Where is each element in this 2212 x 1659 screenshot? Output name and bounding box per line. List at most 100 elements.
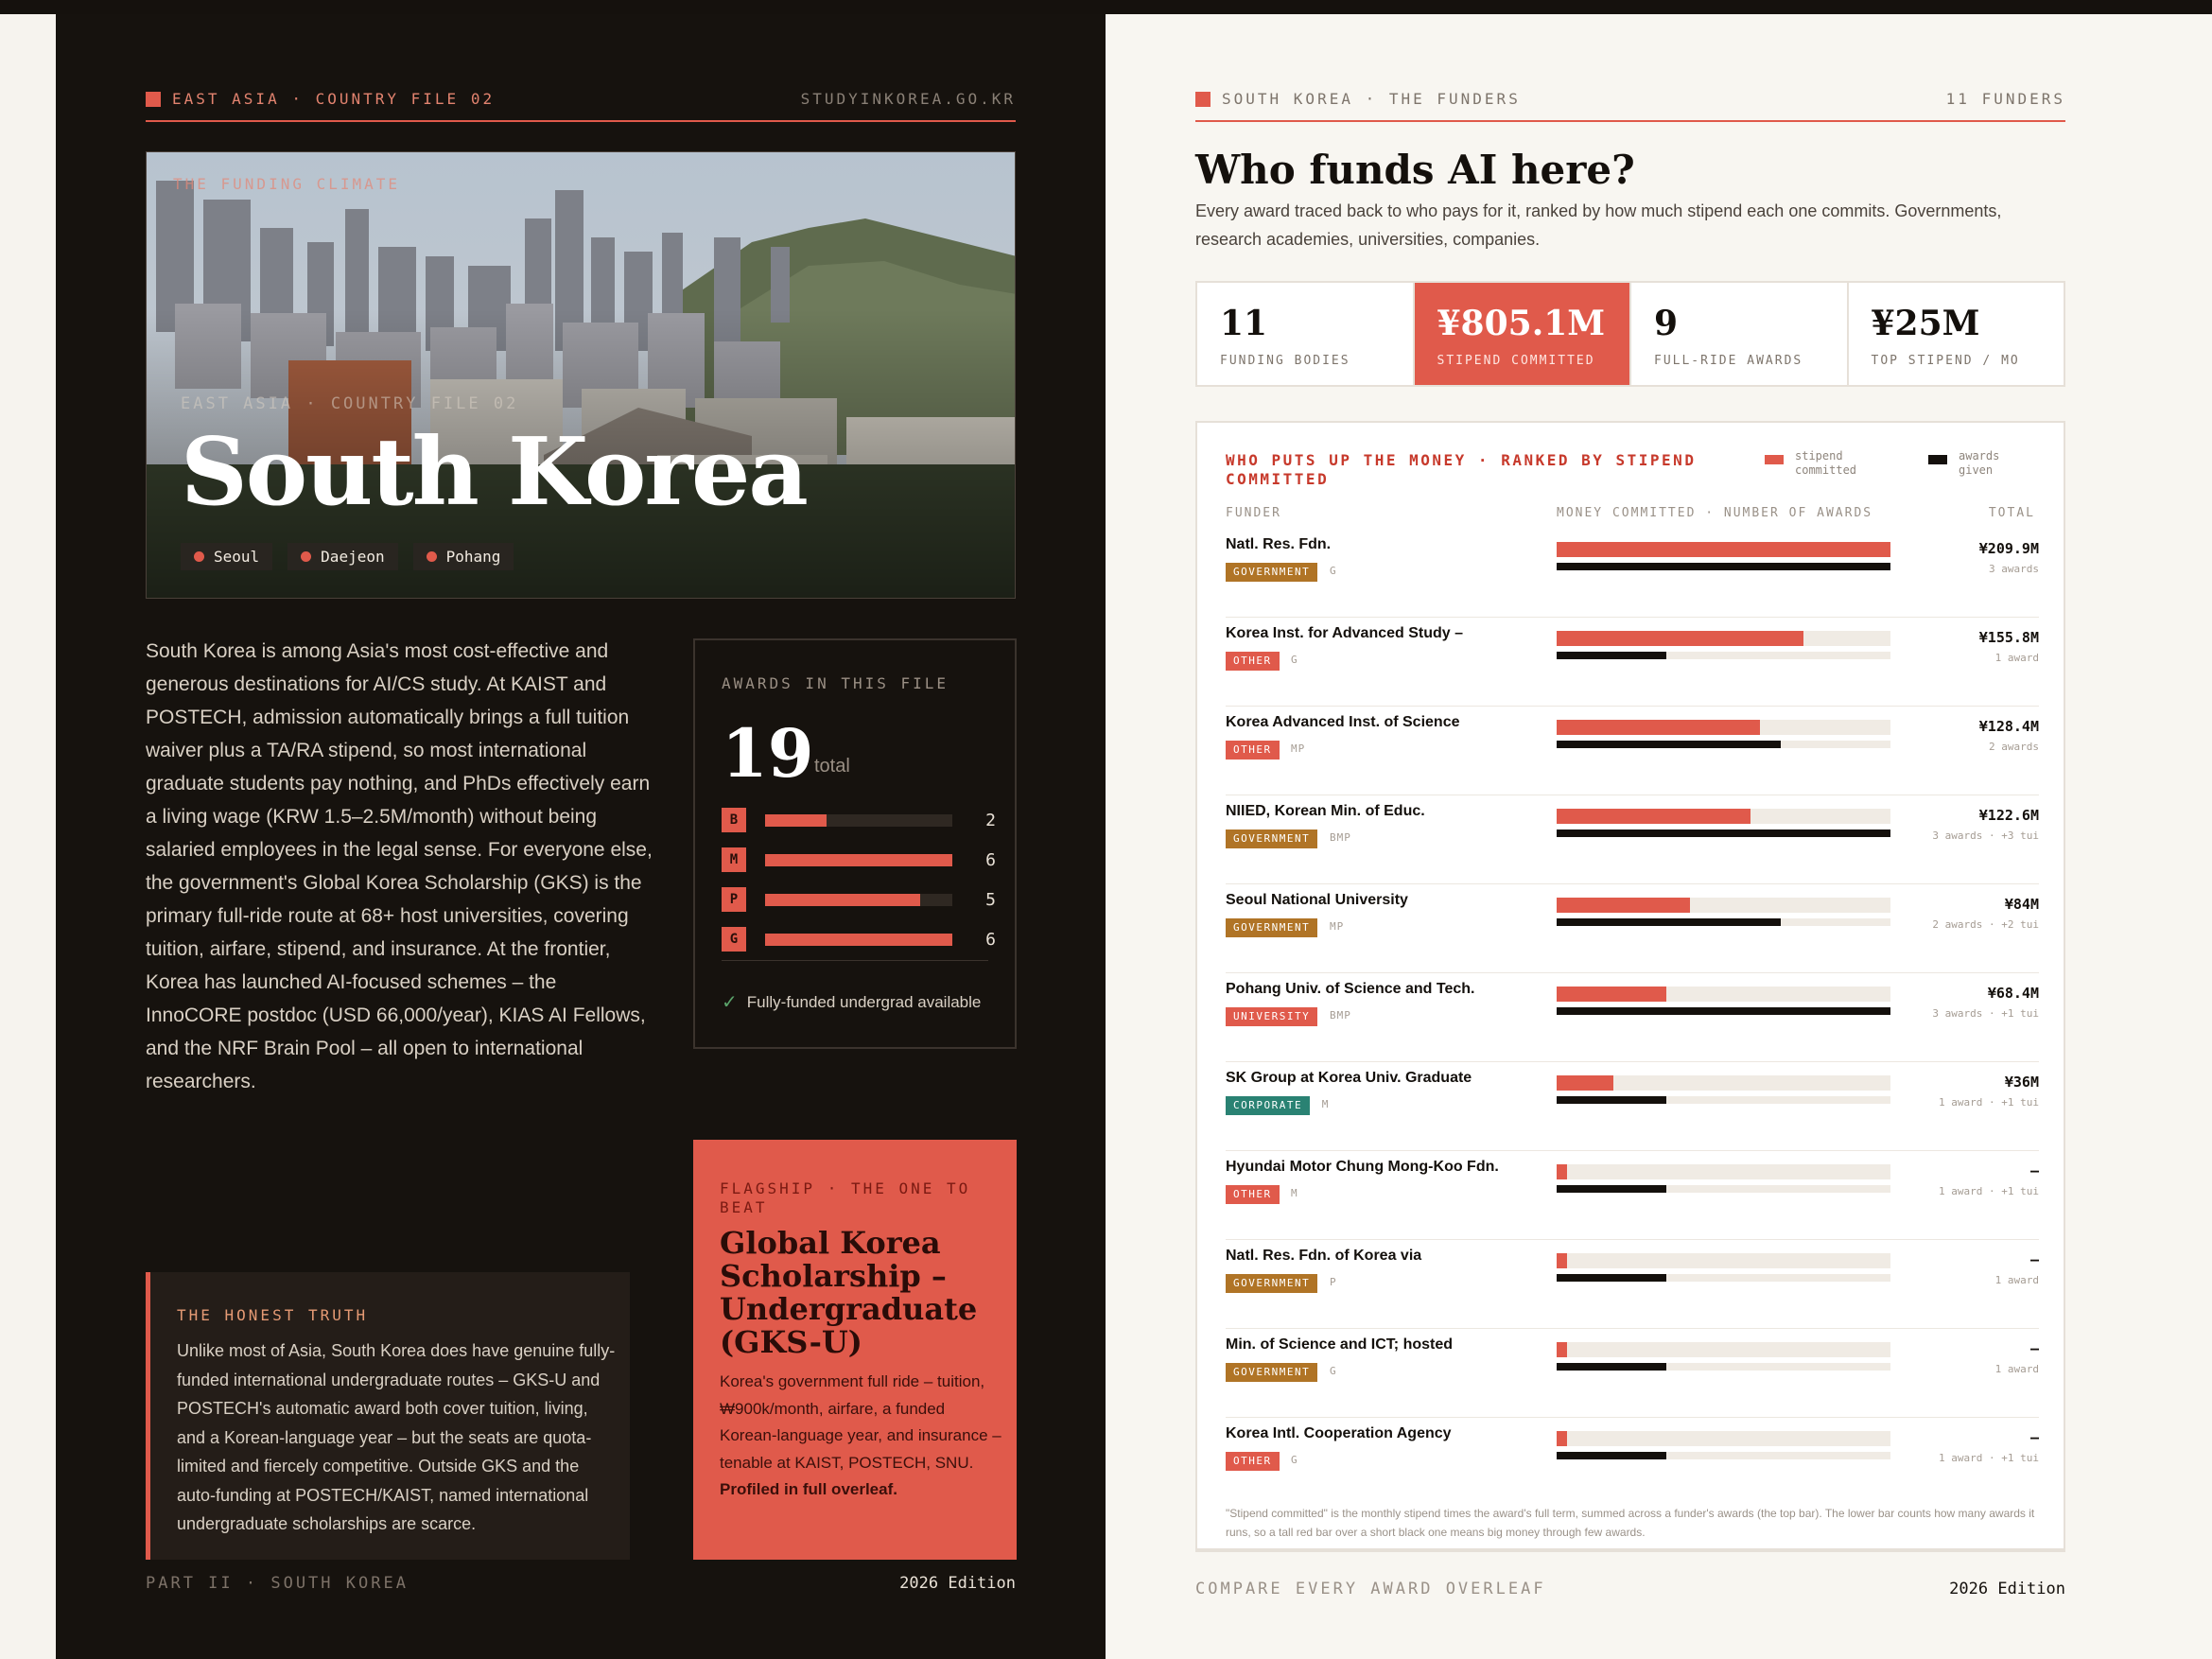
accent-square-icon bbox=[146, 92, 161, 107]
truth-kicker: THE HONEST TRUTH bbox=[177, 1306, 369, 1324]
funder-name: SK Group at Korea Univ. Graduate bbox=[1226, 1070, 1472, 1086]
stipend-bar bbox=[1557, 631, 1804, 646]
flagship-overleaf-link[interactable]: Profiled in full overleaf. bbox=[720, 1480, 897, 1498]
funder-name: Hyundai Motor Chung Mong-Koo Fdn. bbox=[1226, 1159, 1499, 1175]
stipend-bar-track bbox=[1557, 1431, 1890, 1446]
stat-label: FULL-RIDE AWARDS bbox=[1654, 354, 1803, 368]
level-count: 6 bbox=[985, 849, 996, 870]
awards-divider bbox=[722, 960, 988, 961]
funder-row[interactable]: Natl. Res. Fdn. of Korea via GOVERNMENT P –… bbox=[1226, 1240, 2039, 1329]
funder-levels: BMP bbox=[1330, 1009, 1351, 1022]
awards-bar-track bbox=[1557, 1452, 1890, 1459]
funder-row[interactable]: Korea Advanced Inst. of Science OTHER MP ¥1… bbox=[1226, 707, 2039, 795]
funder-category-badge: GOVERNMENT bbox=[1226, 563, 1318, 582]
funder-row[interactable]: Natl. Res. Fdn. GOVERNMENT G ¥209.9M 3 award… bbox=[1226, 529, 2039, 618]
stipend-bar-track bbox=[1557, 631, 1890, 646]
funder-name: NIIED, Korean Min. of Educ. bbox=[1226, 803, 1425, 819]
honest-truth-callout: THE HONEST TRUTH Unlike most of Asia, So… bbox=[146, 1272, 630, 1560]
awards-bar bbox=[1557, 741, 1781, 748]
funder-total: – bbox=[2029, 1251, 2039, 1268]
funder-name: Min. of Science and ICT; hosted bbox=[1226, 1336, 1454, 1353]
stats-strip: 11 FUNDING BODIES ¥805.1M STIPEND COMMITTE… bbox=[1195, 281, 2065, 387]
awards-bar-track bbox=[1557, 1185, 1890, 1193]
funder-levels: BMP bbox=[1330, 831, 1351, 844]
location-dot-icon bbox=[426, 551, 437, 562]
stipend-bar-track bbox=[1557, 1342, 1890, 1357]
funder-category-badge: OTHER bbox=[1226, 1452, 1280, 1471]
city-chip-seoul[interactable]: Seoul bbox=[181, 543, 273, 570]
stipend-bar-track bbox=[1557, 809, 1890, 824]
stat-top-stipend: ¥25M TOP STIPEND / MO bbox=[1849, 283, 2064, 385]
awards-bar-track bbox=[1557, 830, 1890, 837]
level-bar-fill bbox=[765, 933, 952, 946]
left-page: EAST ASIA · COUNTRY FILE 02 STUDYINKOREA… bbox=[56, 14, 1106, 1659]
funder-award-count: 1 award bbox=[1994, 1274, 2039, 1286]
left-page-header: EAST ASIA · COUNTRY FILE 02 STUDYINKOREA… bbox=[146, 88, 1016, 109]
funder-total: ¥128.4M bbox=[1978, 718, 2039, 735]
awards-bar-track bbox=[1557, 1274, 1890, 1282]
funder-row[interactable]: Min. of Science and ICT; hosted GOVERNMEN… bbox=[1226, 1329, 2039, 1418]
funder-row[interactable]: SK Group at Korea Univ. Graduate CORPORAT… bbox=[1226, 1062, 2039, 1151]
city-chip-daejeon[interactable]: Daejeon bbox=[287, 543, 398, 570]
left-header-section: EAST ASIA · COUNTRY FILE 02 bbox=[146, 90, 495, 108]
funder-row[interactable]: Pohang Univ. of Science and Tech. UNIVERS… bbox=[1226, 973, 2039, 1062]
page-title: Who funds AI here? bbox=[1195, 147, 1635, 193]
awards-bar bbox=[1557, 1274, 1667, 1282]
city-chip-pohang[interactable]: Pohang bbox=[412, 543, 514, 570]
funder-name: Korea Advanced Inst. of Science bbox=[1226, 714, 1460, 730]
funder-levels: G bbox=[1291, 654, 1298, 666]
funder-award-count: 1 award bbox=[1994, 1363, 2039, 1375]
funder-category-badge: OTHER bbox=[1226, 652, 1280, 671]
funder-row[interactable]: Korea Inst. for Advanced Study – OTHER G ¥1… bbox=[1226, 618, 2039, 707]
right-header-section: SOUTH KOREA · THE FUNDERS bbox=[1195, 90, 1521, 108]
flagship-kicker: FLAGSHIP · THE ONE TO BEAT bbox=[720, 1179, 971, 1216]
funder-row[interactable]: NIIED, Korean Min. of Educ. GOVERNMENT BMP… bbox=[1226, 795, 2039, 884]
funder-row[interactable]: Seoul National University GOVERNMENT MP ¥84… bbox=[1226, 884, 2039, 973]
right-page-header: SOUTH KOREA · THE FUNDERS 11 FUNDERS bbox=[1195, 88, 2065, 109]
funder-name: Natl. Res. Fdn. bbox=[1226, 536, 1332, 552]
check-icon: ✓ bbox=[722, 992, 738, 1013]
awards-bar-track bbox=[1557, 563, 1890, 570]
funder-name: Korea Inst. for Advanced Study – bbox=[1226, 625, 1464, 641]
awards-bar bbox=[1557, 830, 1890, 837]
funder-levels: M bbox=[1291, 1187, 1298, 1199]
stipend-bar-track bbox=[1557, 542, 1890, 557]
stipend-bar bbox=[1557, 542, 1890, 557]
left-margin bbox=[0, 14, 56, 1659]
funder-award-count: 1 award · +1 tui bbox=[1939, 1452, 2039, 1464]
funder-row[interactable]: Hyundai Motor Chung Mong-Koo Fdn. OTHER M –… bbox=[1226, 1151, 2039, 1240]
funder-award-count: 2 awards · +2 tui bbox=[1932, 918, 2039, 931]
stat-funding-bodies: 11 FUNDING BODIES bbox=[1197, 283, 1415, 385]
stat-value: ¥25M bbox=[1871, 304, 1980, 343]
hero-kicker: THE FUNDING CLIMATE bbox=[173, 175, 401, 193]
awards-footnote: ✓ Fully-funded undergrad available bbox=[722, 992, 982, 1013]
funder-count: 11 FUNDERS bbox=[1945, 89, 2065, 108]
funder-levels: MP bbox=[1330, 920, 1345, 933]
funder-award-count: 1 award · +1 tui bbox=[1939, 1185, 2039, 1197]
awards-bar-track bbox=[1557, 741, 1890, 748]
column-header-funder: FUNDER bbox=[1226, 506, 1281, 520]
legend-swatch-red bbox=[1765, 455, 1784, 464]
awards-bar bbox=[1557, 1185, 1667, 1193]
funder-row[interactable]: Korea Intl. Cooperation Agency OTHER G – 1 a… bbox=[1226, 1418, 2039, 1507]
funder-levels: M bbox=[1321, 1098, 1330, 1110]
funder-total: ¥84M bbox=[2004, 896, 2039, 913]
stipend-bar bbox=[1557, 987, 1667, 1002]
awards-bar-track bbox=[1557, 918, 1890, 926]
stipend-bar bbox=[1557, 898, 1691, 913]
funder-award-count: 3 awards bbox=[1989, 563, 2039, 575]
left-header-site[interactable]: STUDYINKOREA.GO.KR bbox=[801, 90, 1016, 108]
compare-link[interactable]: COMPARE EVERY AWARD OVERLEAF bbox=[1195, 1580, 1546, 1598]
flagship-card[interactable]: FLAGSHIP · THE ONE TO BEAT Global Korea … bbox=[693, 1140, 1017, 1560]
funder-total: – bbox=[2029, 1162, 2039, 1179]
stipend-bar bbox=[1557, 1431, 1567, 1446]
funder-award-count: 2 awards bbox=[1989, 741, 2039, 753]
awards-bar-track bbox=[1557, 1096, 1890, 1104]
level-bar-fill bbox=[765, 813, 827, 827]
left-page-footer: PART II · SOUTH KOREA 2026 Edition bbox=[146, 1574, 1016, 1593]
funder-category-badge: OTHER bbox=[1226, 741, 1280, 760]
funder-total: ¥209.9M bbox=[1978, 540, 2039, 557]
right-page-footer: COMPARE EVERY AWARD OVERLEAF 2026 Editio… bbox=[1195, 1580, 2065, 1598]
funder-category-badge: GOVERNMENT bbox=[1226, 1363, 1318, 1382]
panel-footnote: "Stipend committed" is the monthly stipe… bbox=[1226, 1507, 2035, 1539]
